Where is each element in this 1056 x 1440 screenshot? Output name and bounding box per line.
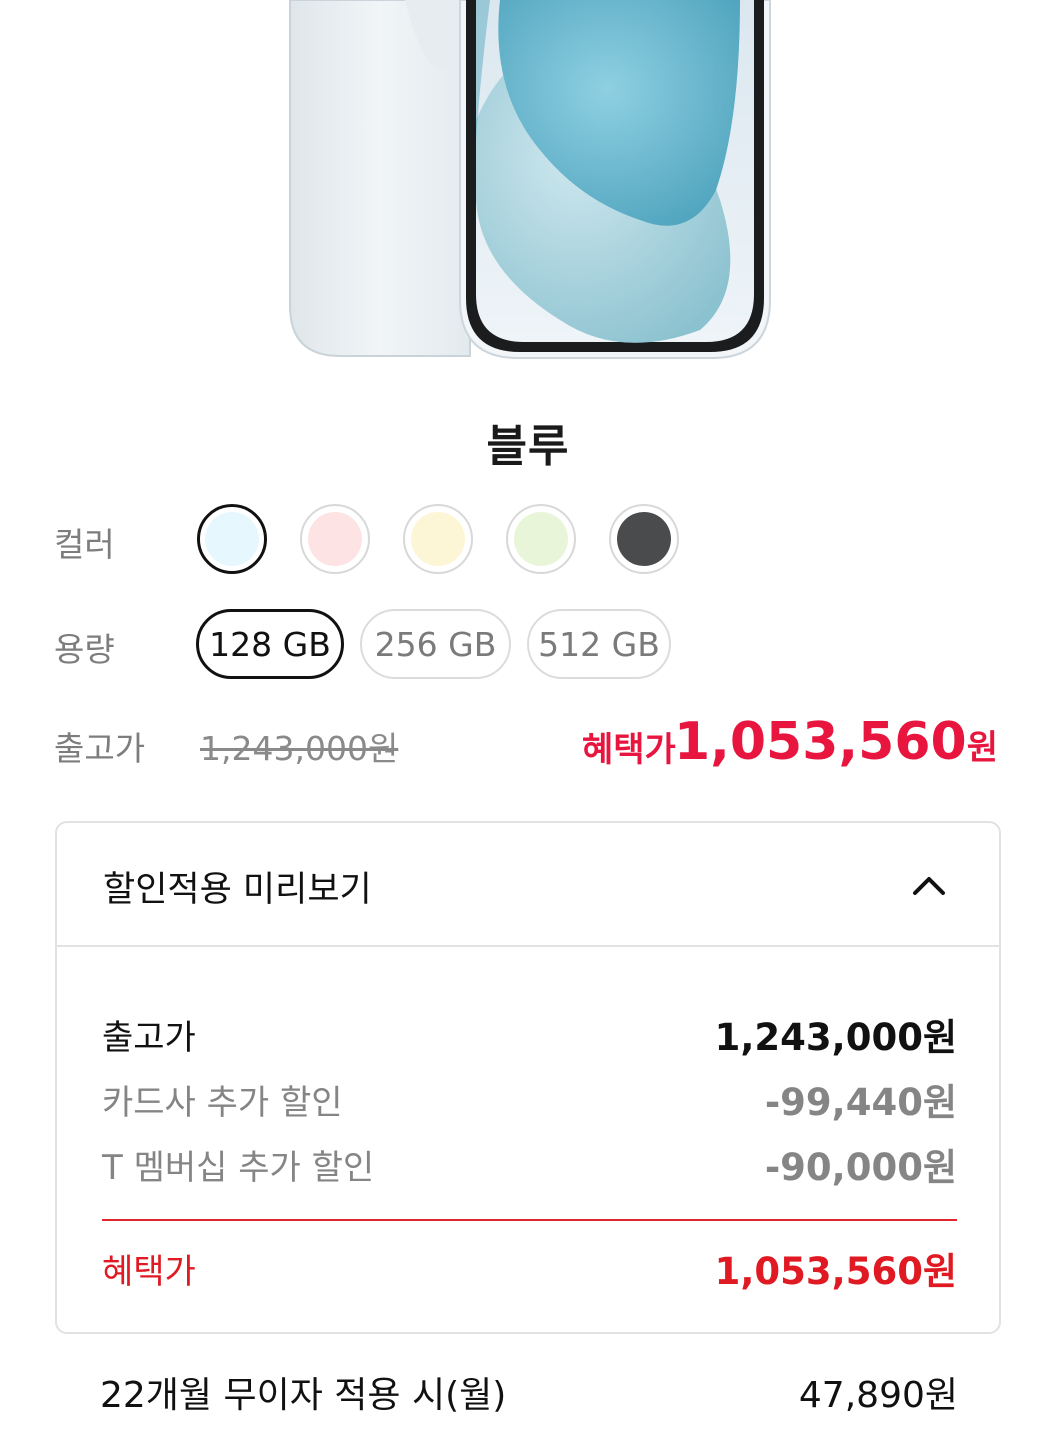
color-dot [308,512,362,566]
breakdown-value: -90,000원 [764,1146,957,1189]
chevron-up-icon [913,877,945,895]
total-divider [102,1219,957,1221]
benefit-price: 1,053,560원 [674,712,998,772]
selected-color-name: 블루 [486,421,570,472]
color-swatch-yellow[interactable] [403,504,473,574]
color-swatch-green[interactable] [506,504,576,574]
benefit-price-currency: 원 [966,728,998,768]
benefit-price-label: 혜택가 [582,730,676,770]
color-swatch-pink[interactable] [300,504,370,574]
breakdown-value: 1,243,000원 [714,1016,957,1059]
discount-preview-toggle[interactable]: 할인적용 미리보기 [57,823,999,947]
capacity-label: 용량 [54,630,115,669]
breakdown-label: T 멤버십 추가 할인 [102,1147,375,1188]
color-dot [617,512,671,566]
color-dot [205,512,259,566]
color-dot [514,512,568,566]
product-image [0,0,1056,380]
color-label: 컬러 [54,525,115,564]
breakdown-value: -99,440원 [764,1081,957,1124]
total-value: 1,053,560원 [714,1250,957,1293]
release-price-strikethrough: 1,243,000원 [200,729,399,768]
color-swatch-blue[interactable] [197,504,267,574]
color-swatch-black[interactable] [609,504,679,574]
installment-row: 22개월 무이자 적용 시(월) 47,890원 [100,1366,958,1418]
breakdown-label: 출고가 [102,1017,196,1058]
capacity-option-512gb[interactable]: 512 GB [527,609,671,679]
installment-value: 47,890원 [798,1375,958,1416]
breakdown-row-release: 출고가 1,243,000원 [102,1007,957,1061]
installment-label: 22개월 무이자 적용 시(월) [100,1375,507,1416]
capacity-option-128gb[interactable]: 128 GB [196,609,344,679]
color-dot [411,512,465,566]
total-label: 혜택가 [102,1251,196,1292]
discount-preview-panel: 할인적용 미리보기 출고가 1,243,000원 카드사 추가 할인 -99,4… [55,821,1001,1334]
breakdown-row-total: 혜택가 1,053,560원 [102,1241,957,1295]
discount-preview-title: 할인적용 미리보기 [103,870,372,910]
release-price-label: 출고가 [54,729,146,768]
breakdown-row-membership-discount: T 멤버십 추가 할인 -90,000원 [102,1137,957,1191]
capacity-option-256gb[interactable]: 256 GB [360,609,511,679]
breakdown-row-card-discount: 카드사 추가 할인 -99,440원 [102,1072,957,1126]
breakdown-label: 카드사 추가 할인 [102,1082,343,1123]
benefit-price-amount: 1,053,560 [673,712,967,772]
